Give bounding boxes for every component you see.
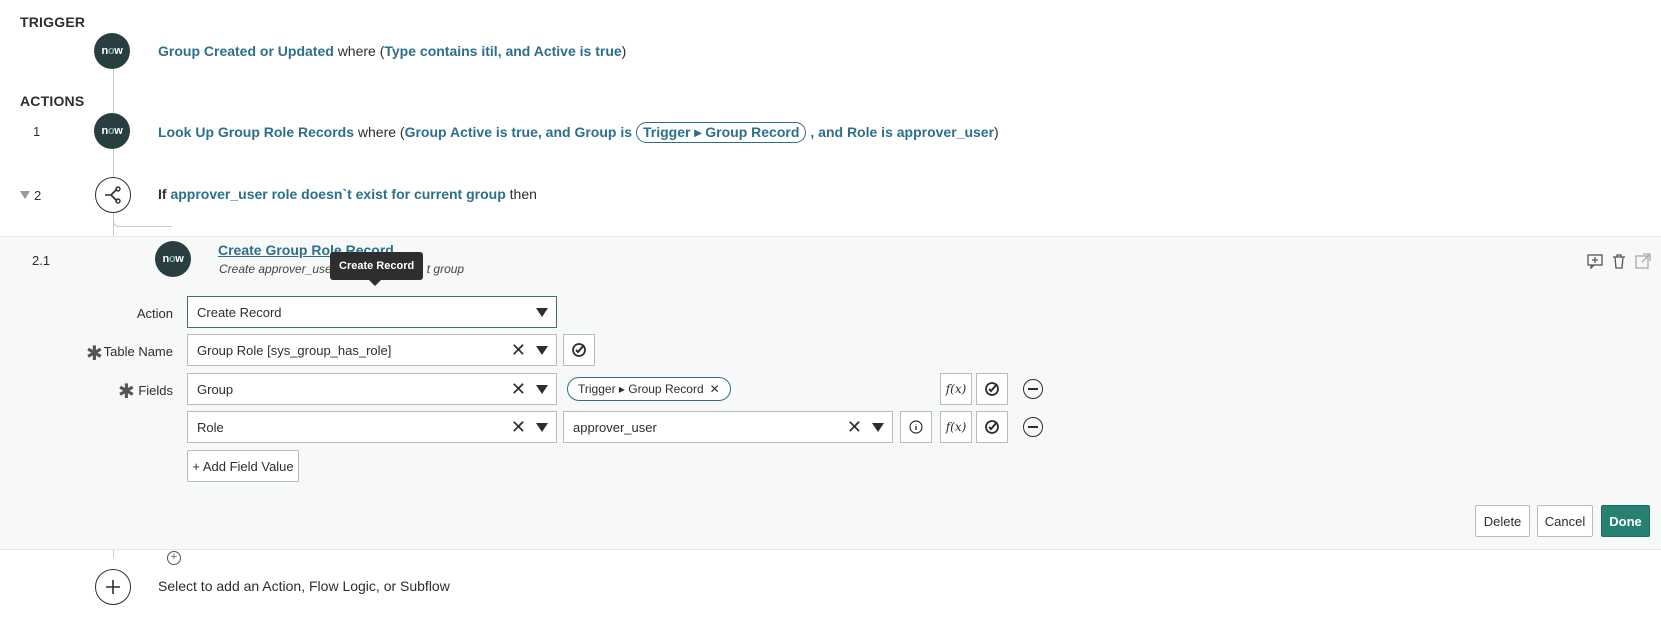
- fx-button[interactable]: f(x): [940, 373, 972, 405]
- step1-condition: Group Active is true, and Group is: [404, 124, 632, 140]
- field-name-select[interactable]: Role ✕: [187, 411, 557, 443]
- fx-label: f(x): [945, 382, 967, 396]
- open-external-icon[interactable]: [1635, 253, 1651, 269]
- add-action-icon[interactable]: [95, 569, 131, 605]
- expanded-action-panel: 2.1 now Create Group Role Record Create …: [0, 236, 1661, 550]
- table-name-value: Group Role [sys_group_has_role]: [197, 342, 392, 358]
- action-label: Action: [136, 306, 173, 321]
- if-keyword: If: [158, 186, 167, 202]
- data-pill[interactable]: Trigger ▸ Group Record ✕: [567, 377, 731, 401]
- chevron-down-icon: [536, 307, 548, 317]
- cancel-button[interactable]: Cancel: [1537, 505, 1593, 537]
- data-pill-picker-button[interactable]: [976, 411, 1008, 443]
- field-value: approver_user: [573, 419, 657, 435]
- actions-heading: ACTIONS: [20, 93, 85, 109]
- data-pill[interactable]: Trigger ▸ Group Record: [636, 122, 807, 143]
- flow-logic-branch-icon: [95, 177, 131, 213]
- chevron-down-icon[interactable]: [536, 384, 548, 394]
- data-pill-picker-icon: [985, 420, 999, 434]
- remove-pill-icon[interactable]: ✕: [710, 382, 720, 396]
- tooltip: Create Record: [330, 252, 424, 286]
- step-number: 1: [33, 124, 41, 139]
- field-value-select[interactable]: approver_user ✕: [563, 411, 893, 443]
- branch-connector: [113, 212, 172, 227]
- step2-condition[interactable]: approver_user role doesn`t exist for cur…: [170, 186, 505, 202]
- trigger-name[interactable]: Group Created or Updated: [158, 43, 334, 59]
- step-number: 2.1: [32, 253, 51, 268]
- now-logo-icon: now: [94, 113, 130, 149]
- step1-condition-2: , and Role is approver_user: [810, 124, 995, 140]
- data-pill-picker-icon: [572, 343, 586, 357]
- now-logo-icon: now: [155, 241, 191, 277]
- field-name-value: Group: [197, 381, 234, 397]
- data-pill-picker-button[interactable]: [976, 373, 1008, 405]
- trigger-where: where (: [337, 43, 385, 59]
- subtitle-part-a: Create approver_use: [219, 262, 332, 276]
- trigger-close: ): [621, 43, 627, 59]
- now-logo-icon: now: [94, 33, 130, 69]
- data-pill-label: Trigger ▸ Group Record: [578, 382, 704, 396]
- add-comment-icon[interactable]: [1587, 253, 1603, 269]
- table-name-label: Table Name: [103, 344, 173, 359]
- trigger-condition: Type contains itil, and Active is true: [384, 43, 622, 59]
- chevron-down-icon[interactable]: [872, 422, 884, 432]
- step1-close: ): [994, 124, 999, 140]
- remove-field-icon[interactable]: [1023, 417, 1043, 437]
- collapse-triangle-icon[interactable]: [20, 191, 30, 199]
- field-name-select[interactable]: Group ✕: [187, 373, 557, 405]
- add-action-text[interactable]: Select to add an Action, Flow Logic, or …: [158, 578, 450, 594]
- clear-icon[interactable]: ✕: [511, 380, 526, 398]
- step1-where: where (: [357, 124, 405, 140]
- chevron-down-icon[interactable]: [536, 422, 548, 432]
- clear-icon[interactable]: ✕: [847, 418, 862, 436]
- step2-row[interactable]: If approver_user role doesn`t exist for …: [158, 186, 537, 202]
- done-button[interactable]: Done: [1601, 505, 1650, 537]
- field-name-value: Role: [197, 419, 224, 435]
- fx-label: f(x): [945, 420, 967, 434]
- info-icon: [909, 420, 923, 434]
- data-pill-picker-button[interactable]: [563, 334, 595, 366]
- step1-row[interactable]: Look Up Group Role Records where (Group …: [158, 122, 999, 143]
- action-select-value: Create Record: [197, 304, 282, 320]
- add-field-value-button[interactable]: + Add Field Value: [187, 450, 299, 482]
- fields-label: Fields: [138, 383, 173, 398]
- remove-field-icon[interactable]: [1023, 379, 1043, 399]
- data-pill-picker-icon: [985, 382, 999, 396]
- trigger-row[interactable]: Group Created or Updated where (Type con…: [158, 43, 626, 59]
- action-select[interactable]: Create Record: [187, 296, 557, 328]
- clear-icon[interactable]: ✕: [511, 418, 526, 436]
- subtitle-part-b: t group: [426, 262, 465, 276]
- clear-icon[interactable]: ✕: [511, 341, 526, 359]
- trigger-heading: TRIGGER: [20, 14, 86, 30]
- info-button[interactable]: [900, 411, 932, 443]
- table-name-select[interactable]: Group Role [sys_group_has_role] ✕: [187, 334, 557, 366]
- delete-button[interactable]: Delete: [1475, 505, 1530, 537]
- trash-icon[interactable]: [1611, 253, 1627, 269]
- step-number: 2: [34, 188, 42, 203]
- fx-button[interactable]: f(x): [940, 411, 972, 443]
- then-keyword: then: [509, 186, 537, 202]
- step1-name[interactable]: Look Up Group Role Records: [158, 124, 354, 140]
- chevron-down-icon[interactable]: [536, 345, 548, 355]
- add-small-icon[interactable]: +: [167, 551, 181, 565]
